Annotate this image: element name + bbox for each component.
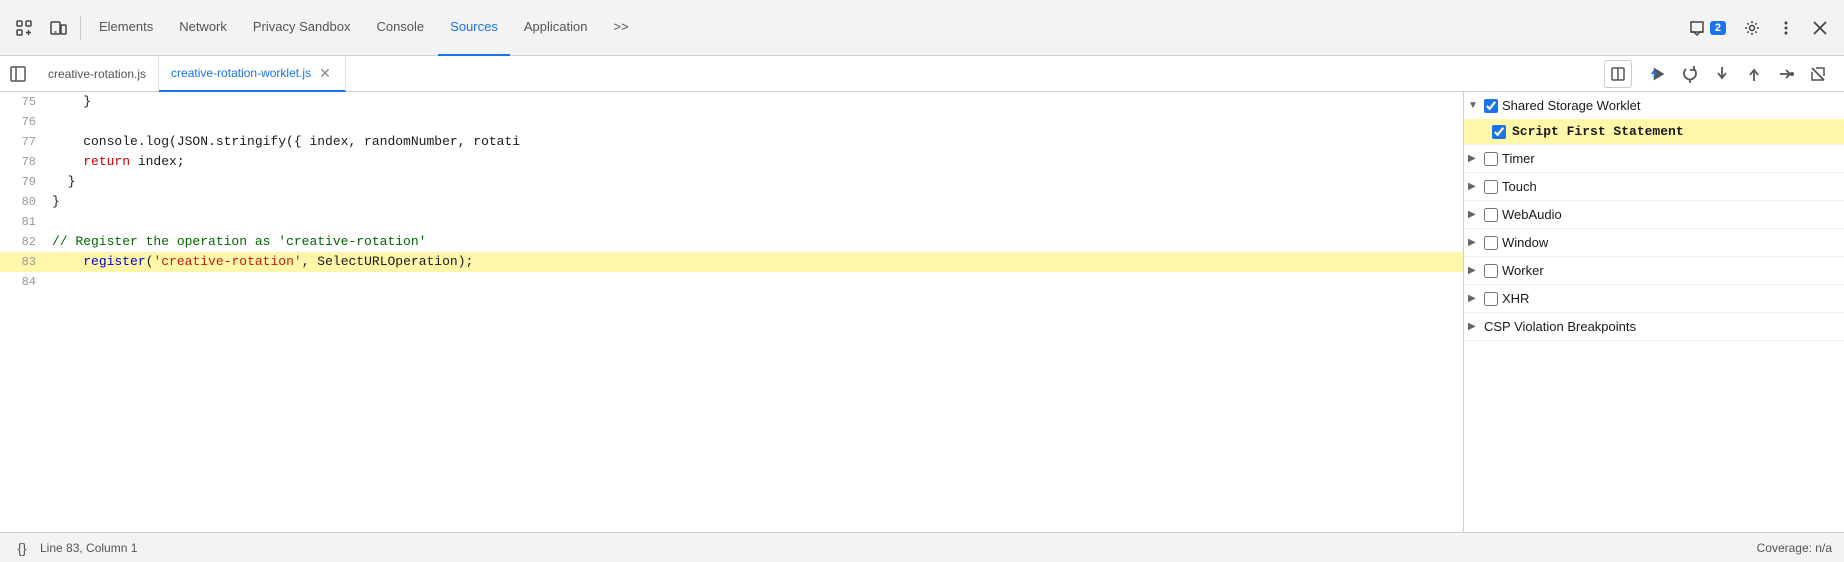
code-line-83: 83 register('creative-rotation', SelectU… — [0, 252, 1463, 272]
file-tabs-bar: creative-rotation.js creative-rotation-w… — [0, 56, 1844, 92]
code-lines: 75 } 76 77 console.log(JSON.stringify({ … — [0, 92, 1463, 292]
window-checkbox[interactable] — [1484, 236, 1498, 250]
chat-badge-button[interactable]: 2 — [1680, 15, 1734, 41]
step-over-button[interactable] — [1676, 60, 1704, 88]
xhr-label: XHR — [1502, 291, 1529, 306]
webaudio-header[interactable]: ▶ WebAudio — [1464, 201, 1844, 228]
tab-sources[interactable]: Sources — [438, 0, 510, 56]
csp-section: ▶ CSP Violation Breakpoints — [1464, 313, 1844, 341]
csp-header[interactable]: ▶ CSP Violation Breakpoints — [1464, 313, 1844, 340]
shared-storage-worklet-checkbox[interactable] — [1484, 99, 1498, 113]
window-label: Window — [1502, 235, 1548, 250]
devtools-toolbar: Elements Network Privacy Sandbox Console… — [0, 0, 1844, 56]
webaudio-checkbox[interactable] — [1484, 208, 1498, 222]
timer-checkbox[interactable] — [1484, 152, 1498, 166]
tab-network[interactable]: Network — [167, 0, 239, 56]
step-into-button[interactable] — [1708, 60, 1736, 88]
tab-privacy-sandbox[interactable]: Privacy Sandbox — [241, 0, 363, 56]
touch-checkbox[interactable] — [1484, 180, 1498, 194]
step-out-button[interactable] — [1740, 60, 1768, 88]
webaudio-label: WebAudio — [1502, 207, 1562, 222]
touch-label: Touch — [1502, 179, 1537, 194]
xhr-expand-icon: ▶ — [1468, 293, 1480, 304]
file-tab-creative-rotation-worklet-js[interactable]: creative-rotation-worklet.js ✕ — [159, 56, 346, 92]
shared-storage-worklet-label: Shared Storage Worklet — [1502, 98, 1641, 113]
window-section: ▶ Window — [1464, 229, 1844, 257]
code-line-76: 76 — [0, 112, 1463, 132]
code-line-82: 82 // Register the operation as 'creativ… — [0, 232, 1463, 252]
line-col-text: Line 83, Column 1 — [40, 541, 137, 555]
timer-section: ▶ Timer — [1464, 145, 1844, 173]
code-line-78: 78 return index; — [0, 152, 1463, 172]
code-line-77: 77 console.log(JSON.stringify({ index, r… — [0, 132, 1463, 152]
main-area: 75 } 76 77 console.log(JSON.stringify({ … — [0, 92, 1844, 532]
script-first-statement-checkbox[interactable] — [1492, 125, 1506, 139]
xhr-checkbox[interactable] — [1484, 292, 1498, 306]
toolbar-separator — [80, 16, 81, 40]
webaudio-section: ▶ WebAudio — [1464, 201, 1844, 229]
webaudio-expand-icon: ▶ — [1468, 209, 1480, 220]
worker-section: ▶ Worker — [1464, 257, 1844, 285]
touch-header[interactable]: ▶ Touch — [1464, 173, 1844, 200]
shared-storage-worklet-section: ▼ Shared Storage Worklet Script First St… — [1464, 92, 1844, 145]
script-first-statement-item[interactable]: Script First Statement — [1464, 119, 1844, 144]
window-expand-icon: ▶ — [1468, 237, 1480, 248]
code-panel: 75 } 76 77 console.log(JSON.stringify({ … — [0, 92, 1464, 532]
code-line-75: 75 } — [0, 92, 1463, 112]
status-bar: {} Line 83, Column 1 Coverage: n/a — [0, 532, 1844, 562]
tab-elements[interactable]: Elements — [87, 0, 165, 56]
script-first-statement-label: Script First Statement — [1512, 124, 1684, 139]
csp-expand-icon: ▶ — [1468, 321, 1480, 332]
step-button[interactable] — [1772, 60, 1800, 88]
badge-count: 2 — [1710, 21, 1726, 35]
settings-icon[interactable] — [1736, 12, 1768, 44]
touch-expand-icon: ▶ — [1468, 181, 1480, 192]
code-line-80: 80 } — [0, 192, 1463, 212]
coverage-text: Coverage: n/a — [1757, 541, 1832, 555]
worker-expand-icon: ▶ — [1468, 265, 1480, 276]
timer-label: Timer — [1502, 151, 1535, 166]
close-tab-icon[interactable]: ✕ — [317, 64, 333, 82]
xhr-section: ▶ XHR — [1464, 285, 1844, 313]
timer-expand-icon: ▶ — [1468, 153, 1480, 164]
close-devtools-icon[interactable] — [1804, 12, 1836, 44]
inspect-element-icon[interactable] — [8, 12, 40, 44]
worker-label: Worker — [1502, 263, 1544, 278]
tab-application[interactable]: Application — [512, 0, 600, 56]
format-icon[interactable]: {} — [12, 538, 32, 558]
deactivate-breakpoints-button[interactable] — [1804, 60, 1832, 88]
shared-storage-worklet-header[interactable]: ▼ Shared Storage Worklet — [1464, 92, 1844, 119]
status-left: {} Line 83, Column 1 — [12, 538, 137, 558]
worker-header[interactable]: ▶ Worker — [1464, 257, 1844, 284]
code-line-79: 79 } — [0, 172, 1463, 192]
xhr-header[interactable]: ▶ XHR — [1464, 285, 1844, 312]
resume-button[interactable] — [1644, 60, 1672, 88]
sidebar-toggle-icon[interactable] — [4, 60, 32, 88]
split-pane-icon[interactable] — [1604, 60, 1632, 88]
right-panel: ▼ Shared Storage Worklet Script First St… — [1464, 92, 1844, 532]
window-header[interactable]: ▶ Window — [1464, 229, 1844, 256]
touch-section: ▶ Touch — [1464, 173, 1844, 201]
debug-toolbar — [1636, 60, 1840, 88]
more-options-icon[interactable] — [1770, 12, 1802, 44]
csp-label: CSP Violation Breakpoints — [1484, 319, 1636, 334]
timer-header[interactable]: ▶ Timer — [1464, 145, 1844, 172]
device-toolbar-icon[interactable] — [42, 12, 74, 44]
worker-checkbox[interactable] — [1484, 264, 1498, 278]
tab-more[interactable]: >> — [601, 0, 640, 56]
file-tab-creative-rotation-js[interactable]: creative-rotation.js — [36, 56, 159, 92]
code-line-84: 84 — [0, 272, 1463, 292]
expand-arrow-icon: ▼ — [1468, 100, 1480, 111]
code-line-81: 81 — [0, 212, 1463, 232]
tab-console[interactable]: Console — [364, 0, 436, 56]
